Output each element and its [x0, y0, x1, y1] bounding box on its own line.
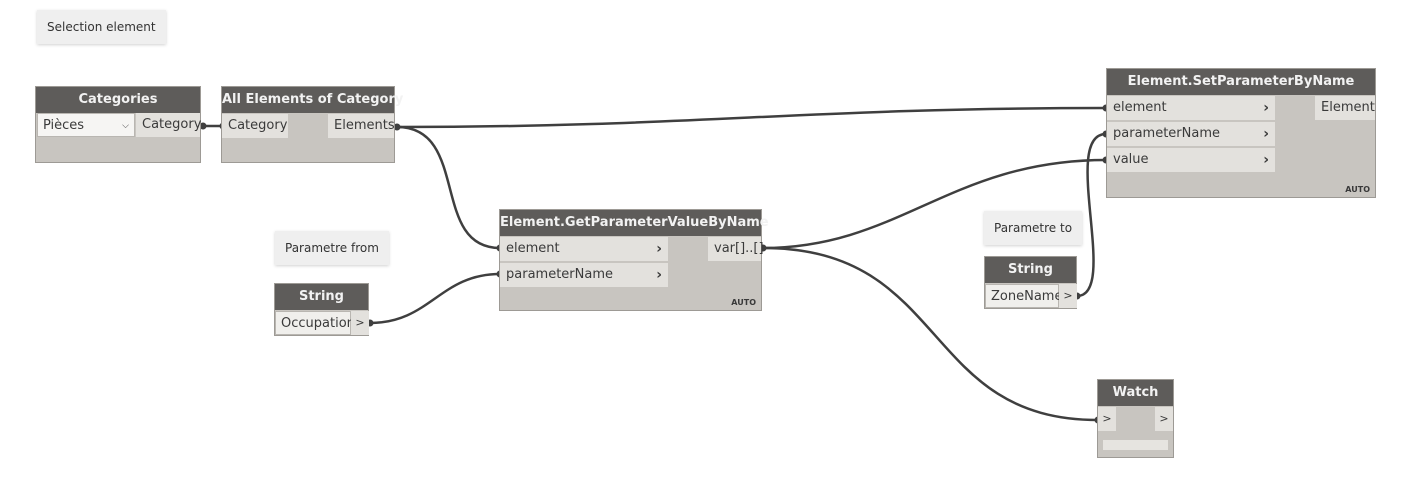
note-selection-element[interactable]: Selection element	[37, 10, 166, 44]
chevron-right-icon: ›	[1263, 126, 1269, 142]
wire-elements-to-setparam[interactable]	[396, 106, 1107, 129]
categories-node[interactable]: Categories Pièces ⌵ Category	[35, 86, 201, 163]
input-port-category[interactable]: Category	[222, 114, 288, 138]
node-title: All Elements of Category	[222, 87, 403, 113]
wire-occupation-to-getparam[interactable]	[369, 272, 501, 325]
string-node-to[interactable]: String ZoneName >	[984, 256, 1077, 309]
lacing-label: AUTO	[1345, 185, 1370, 194]
input-port-parametername[interactable]: parameterName ›	[1107, 122, 1275, 146]
node-title: Element.GetParameterValueByName	[500, 210, 769, 236]
input-port[interactable]: >	[1098, 407, 1116, 431]
output-port[interactable]: >	[1059, 284, 1077, 308]
chevron-right-icon: ›	[1263, 152, 1269, 168]
string-node-from[interactable]: String Occupation >	[274, 283, 369, 336]
category-dropdown[interactable]: Pièces ⌵	[37, 113, 135, 137]
wire-elements-to-getparam[interactable]	[396, 125, 501, 250]
output-port[interactable]: >	[1155, 407, 1173, 431]
all-elements-node[interactable]: All Elements of Category Category Elemen…	[221, 86, 403, 163]
chevron-right-icon: ›	[656, 267, 662, 283]
port-label: element	[1113, 100, 1167, 115]
input-port-value[interactable]: value ›	[1107, 148, 1275, 172]
watch-node[interactable]: Watch > >	[1097, 379, 1174, 458]
set-parameter-node[interactable]: Element.SetParameterByName element › par…	[1106, 68, 1376, 198]
chevron-right-icon: ›	[1263, 100, 1269, 116]
output-port-category[interactable]: Category	[136, 113, 201, 137]
watch-value-display	[1103, 440, 1168, 450]
port-label: parameterName	[1113, 126, 1220, 141]
input-port-element[interactable]: element ›	[1107, 96, 1275, 120]
input-port-element[interactable]: element ›	[500, 237, 668, 261]
node-title: Categories	[36, 87, 200, 113]
get-parameter-value-node[interactable]: Element.GetParameterValueByName element …	[499, 209, 769, 311]
output-port[interactable]: >	[351, 311, 369, 335]
string-value-input[interactable]: ZoneName	[985, 284, 1062, 308]
port-label: value	[1113, 152, 1149, 167]
node-title: Element.SetParameterByName	[1107, 69, 1375, 95]
output-port-elements[interactable]: Elements	[328, 114, 395, 138]
output-port-var[interactable]: var[]..[]	[708, 237, 764, 261]
chevron-down-icon: ⌵	[122, 121, 129, 131]
node-title: String	[275, 284, 368, 310]
note-parametre-from[interactable]: Parametre from	[275, 231, 389, 265]
node-title: String	[985, 257, 1076, 283]
note-parametre-to[interactable]: Parametre to	[984, 211, 1083, 245]
chevron-right-icon: ›	[656, 241, 662, 257]
lacing-label: AUTO	[731, 298, 756, 307]
input-port-parametername[interactable]: parameterName ›	[500, 263, 668, 287]
string-value-input[interactable]: Occupation	[275, 311, 355, 335]
port-label: parameterName	[506, 267, 613, 282]
node-title: Watch	[1098, 380, 1173, 406]
port-label: element	[506, 241, 560, 256]
output-port-element[interactable]: Element	[1315, 96, 1375, 120]
dropdown-value: Pièces	[43, 118, 85, 133]
